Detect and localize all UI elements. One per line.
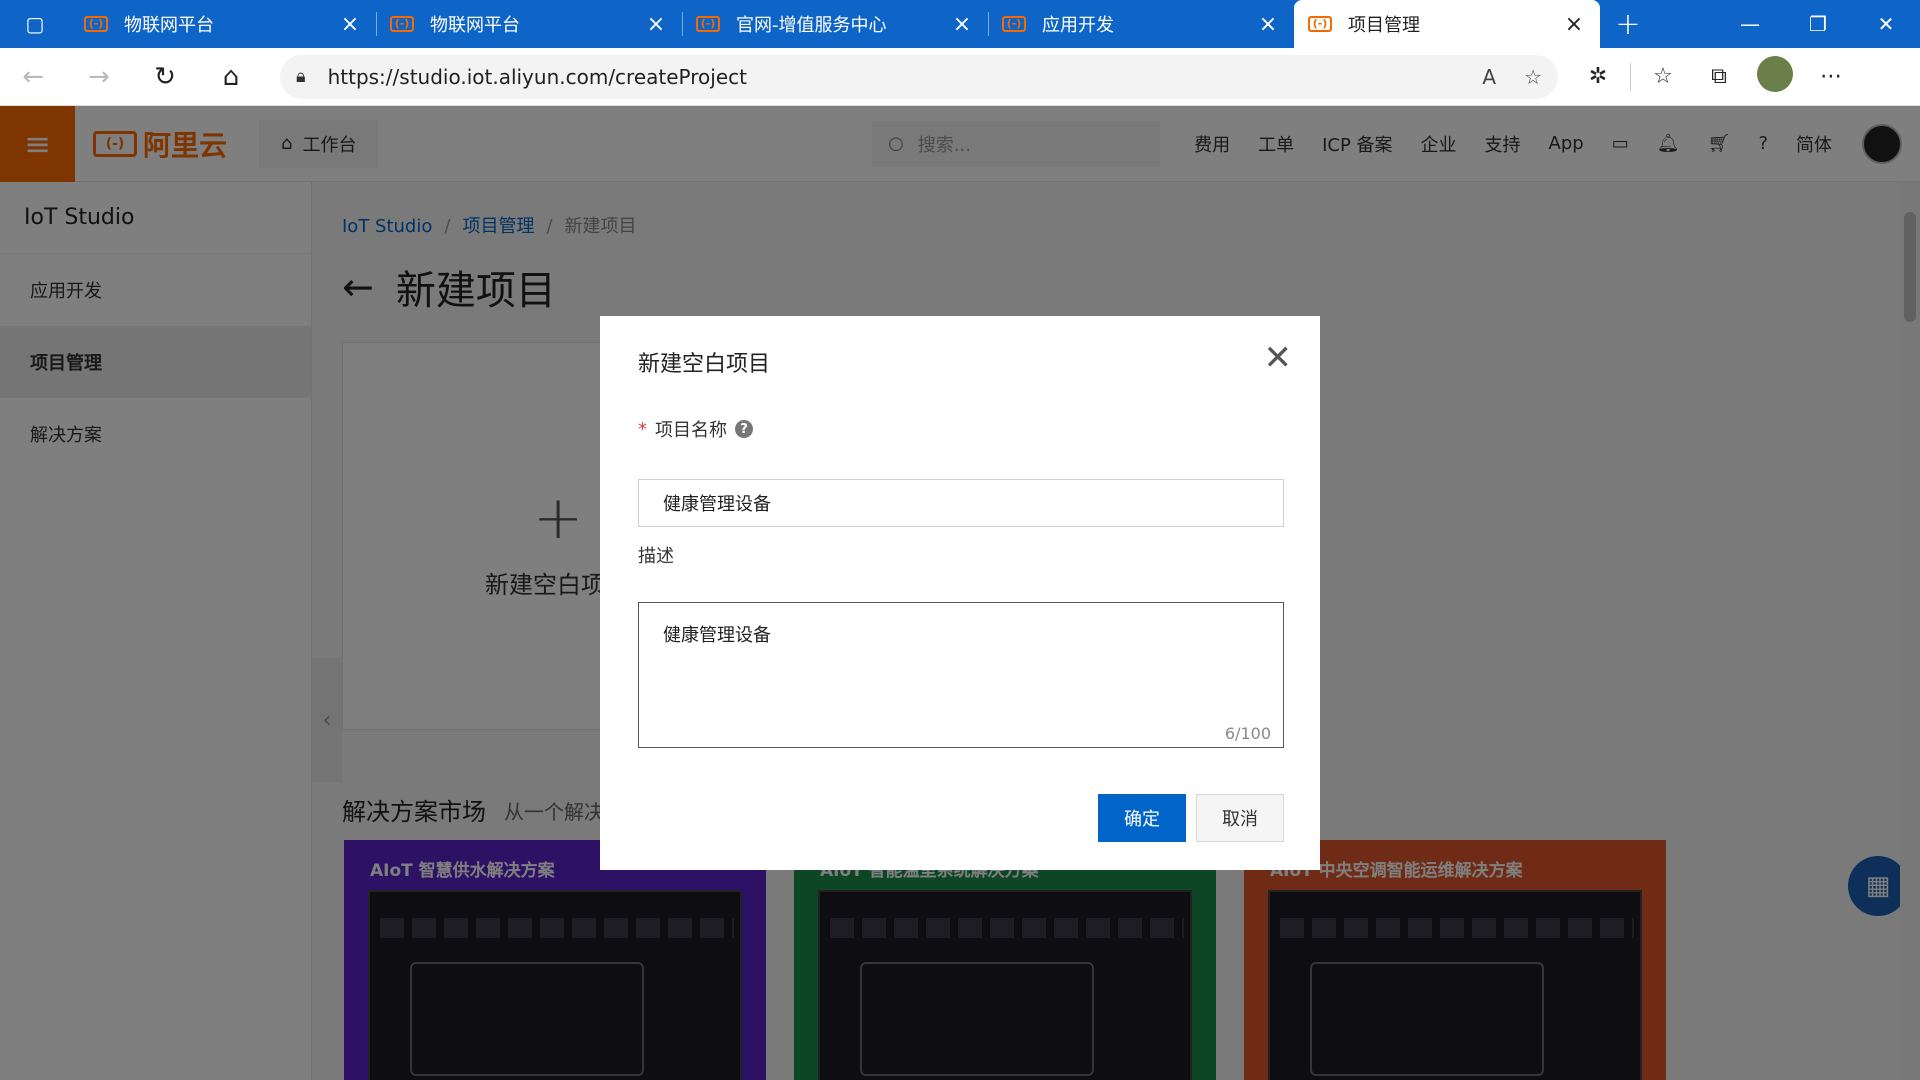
browser-tab[interactable]: (-) 物联网平台 × [376, 0, 682, 48]
lock-icon[interactable]: 🔒︎ [296, 66, 306, 87]
aliyun-favicon-icon: (-) [84, 16, 108, 32]
close-tab-icon[interactable]: × [1256, 12, 1280, 37]
url-text[interactable]: https://studio.iot.aliyun.com/createProj… [328, 65, 1455, 89]
aliyun-favicon-icon: (-) [390, 16, 414, 32]
home-icon[interactable]: ⌂ [198, 48, 264, 106]
browser-tab[interactable]: (-) 官网-增值服务中心 × [682, 0, 988, 48]
collections-icon[interactable]: ⧉ [1691, 64, 1747, 89]
tab-title: 官网-增值服务中心 [736, 15, 887, 36]
restore-icon[interactable]: ❐ [1784, 0, 1852, 48]
favorites-icon[interactable]: ☆ [1635, 64, 1691, 89]
new-tab-button[interactable]: + [1600, 0, 1656, 48]
address-toolbar: ← → ↻ ⌂ 🔒︎ https://studio.iot.aliyun.com… [0, 48, 1920, 106]
close-tab-icon[interactable]: × [338, 12, 362, 37]
close-window-icon[interactable]: ✕ [1852, 0, 1920, 48]
close-tab-icon[interactable]: × [1562, 12, 1586, 37]
tab-actions-icon[interactable]: ▢ [0, 0, 70, 48]
close-tab-icon[interactable]: × [950, 12, 974, 37]
confirm-button[interactable]: 确定 [1098, 794, 1186, 842]
dialog-title: 新建空白项目 [638, 352, 771, 377]
browser-tab[interactable]: (-) 应用开发 × [988, 0, 1294, 48]
address-bar[interactable]: 🔒︎ https://studio.iot.aliyun.com/createP… [280, 54, 1558, 99]
refresh-icon[interactable]: ↻ [132, 48, 198, 106]
tab-title: 应用开发 [1042, 15, 1114, 36]
close-tab-icon[interactable]: × [644, 12, 668, 37]
cancel-button[interactable]: 取消 [1196, 794, 1284, 842]
profile-avatar[interactable] [1747, 55, 1803, 98]
tab-title: 项目管理 [1348, 15, 1420, 36]
toolbar-divider [1630, 62, 1631, 91]
description-label: 描述 [638, 546, 674, 567]
help-icon[interactable]: ? [735, 420, 753, 438]
aliyun-favicon-icon: (-) [696, 16, 720, 32]
more-icon[interactable]: ⋯ [1803, 64, 1859, 89]
browser-tab-strip: ▢ (-) 物联网平台 × (-) 物联网平台 × (-) 官网-增值服务中心 … [0, 0, 1920, 48]
read-aloud-icon[interactable]: A [1482, 65, 1496, 89]
tab-title: 物联网平台 [430, 15, 520, 36]
required-mark: * [638, 418, 647, 440]
description-textarea[interactable]: 健康管理设备 [639, 603, 1283, 747]
window-controls: — ❐ ✕ [1716, 0, 1920, 48]
project-name-label-text: 项目名称 [655, 420, 727, 441]
project-name-input[interactable] [638, 479, 1284, 527]
project-name-label: * 项目名称 ? [638, 416, 753, 442]
char-counter: 6/100 [1224, 724, 1271, 743]
tab-title: 物联网平台 [124, 15, 214, 36]
aliyun-favicon-icon: (-) [1308, 16, 1332, 32]
add-favorite-icon[interactable]: ☆ [1524, 65, 1542, 89]
close-icon[interactable]: ✕ [1264, 338, 1293, 378]
extensions-icon[interactable]: ✲ [1570, 64, 1626, 89]
browser-tab-active[interactable]: (-) 项目管理 × [1294, 0, 1600, 48]
aliyun-favicon-icon: (-) [1002, 16, 1026, 32]
back-icon[interactable]: ← [0, 48, 66, 106]
minimize-icon[interactable]: — [1716, 0, 1784, 48]
description-field[interactable]: 健康管理设备 6/100 [638, 602, 1284, 748]
forward-icon[interactable]: → [66, 48, 132, 106]
browser-tab[interactable]: (-) 物联网平台 × [70, 0, 376, 48]
new-blank-project-dialog: 新建空白项目 ✕ * 项目名称 ? 描述 健康管理设备 6/100 确定 取消 [600, 316, 1320, 870]
